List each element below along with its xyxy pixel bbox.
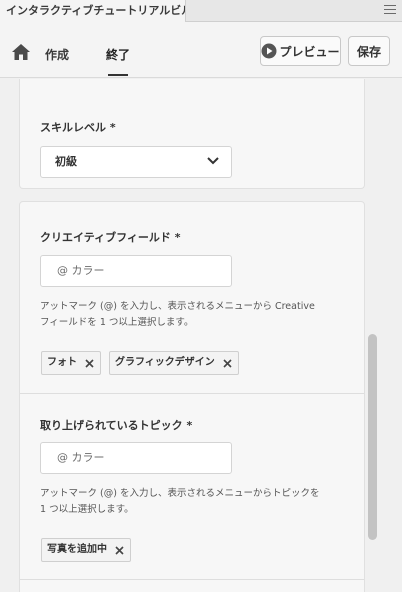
creative-field-help-line2: フィールドを 1 つ以上選択します。 — [40, 317, 194, 328]
tag-label: グラフィックデザイン — [115, 357, 215, 368]
section-divider — [20, 579, 364, 580]
tag-adding-photos: 写真を追加中 — [41, 538, 131, 562]
creative-field-label: クリエイティブフィールド * — [40, 231, 181, 244]
creative-field-help-line1: アットマーク (@) を入力し、表示されるメニューから Creative — [40, 301, 315, 312]
section-divider — [20, 393, 364, 394]
preview-button-label: プレビュー — [279, 44, 340, 59]
play-icon — [261, 43, 277, 59]
chevron-down-icon — [207, 157, 219, 165]
active-tab-indicator — [108, 74, 128, 76]
topics-help: アットマーク (@) を入力し、表示されるメニューからトピックを 1 つ以上選択… — [40, 486, 340, 518]
fields-card: クリエイティブフィールド * @ カラー アットマーク (@) を入力し、表示さ… — [19, 201, 365, 592]
remove-tag-icon[interactable] — [85, 358, 94, 368]
preview-button[interactable]: プレビュー — [260, 36, 341, 66]
toolbar: 作成 終了 プレビュー 保存 — [0, 22, 402, 78]
topics-help-line1: アットマーク (@) を入力し、表示されるメニューからトピックを — [40, 488, 320, 499]
home-icon[interactable] — [11, 43, 31, 61]
panel-title: インタラクティブチュートリアルビルダー — [0, 0, 186, 22]
remove-tag-icon[interactable] — [223, 358, 232, 368]
tab-create[interactable]: 作成 — [45, 46, 69, 63]
skill-level-card: スキルレベル * 初級 — [19, 79, 365, 189]
creative-field-help: アットマーク (@) を入力し、表示されるメニューから Creative フィー… — [40, 299, 340, 331]
vertical-scrollbar[interactable] — [368, 334, 377, 540]
skill-level-label: スキルレベル * — [40, 121, 116, 134]
skill-level-value: 初級 — [55, 155, 77, 168]
topics-label: 取り上げられているトピック * — [40, 419, 193, 432]
save-button[interactable]: 保存 — [348, 36, 390, 66]
tag-label: フォト — [47, 357, 77, 368]
tab-finish[interactable]: 終了 — [106, 46, 130, 63]
panel-menu-icon[interactable] — [384, 5, 396, 15]
skill-level-select[interactable]: 初級 — [40, 146, 232, 178]
topics-input[interactable]: @ カラー — [40, 442, 232, 474]
form-scroll-area: スキルレベル * 初級 クリエイティブフィールド * @ カラー アットマーク … — [0, 79, 402, 592]
topics-help-line2: 1 つ以上選択します。 — [40, 504, 134, 515]
tag-graphic-design: グラフィックデザイン — [109, 351, 239, 375]
remove-tag-icon[interactable] — [115, 545, 124, 555]
panel-titlebar: インタラクティブチュートリアルビルダー — [0, 0, 402, 22]
creative-field-input[interactable]: @ カラー — [40, 255, 232, 287]
tag-label: 写真を追加中 — [47, 544, 107, 555]
tag-photo: フォト — [41, 351, 101, 375]
